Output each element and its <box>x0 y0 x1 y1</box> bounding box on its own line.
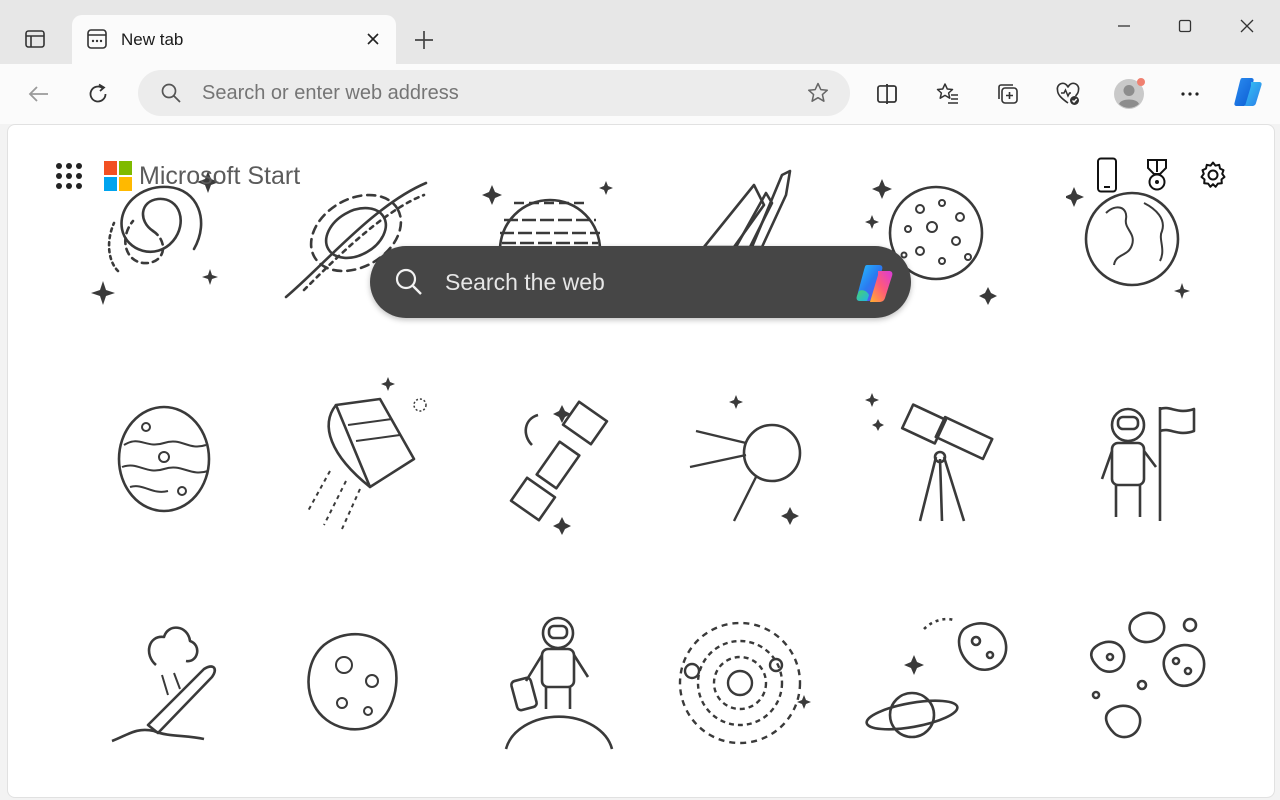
back-arrow-icon[interactable] <box>21 76 57 112</box>
minimize-icon[interactable] <box>1101 10 1147 42</box>
astronaut-on-planet-icon <box>504 616 614 750</box>
satellite-icon <box>509 400 609 535</box>
title-bar: New tab <box>0 0 1280 64</box>
plus-icon[interactable] <box>408 24 440 56</box>
search-icon <box>160 82 182 109</box>
maximize-icon[interactable] <box>1162 10 1208 42</box>
space-capsule-icon <box>307 377 427 530</box>
collections-icon[interactable] <box>990 76 1026 112</box>
rocket-crash-icon <box>111 626 217 743</box>
asteroid-field-icon <box>1089 611 1206 739</box>
address-bar[interactable] <box>138 70 850 116</box>
new-tab-page: Microsoft Start Search the web <box>7 124 1275 798</box>
search-icon <box>394 267 424 302</box>
close-icon[interactable] <box>362 28 384 50</box>
space-shuttle-icon <box>702 169 792 249</box>
ringed-planet-icon <box>865 617 1008 739</box>
profile-avatar-icon[interactable] <box>1111 76 1147 112</box>
new-tab-page-icon <box>86 28 108 50</box>
swirl-planet-icon <box>117 405 211 513</box>
telescope-icon <box>865 393 994 522</box>
asteroid-icon <box>307 632 398 731</box>
solar-system-icon <box>678 621 811 745</box>
tab-actions-icon[interactable] <box>18 22 52 56</box>
gas-giant-planet-icon <box>482 181 613 251</box>
earth-globe-icon <box>1066 187 1190 299</box>
browser-essentials-icon[interactable] <box>1050 76 1086 112</box>
app-launcher-icon[interactable] <box>52 159 86 193</box>
split-screen-icon[interactable] <box>869 76 905 112</box>
more-options-icon[interactable] <box>1172 76 1208 112</box>
favorites-icon[interactable] <box>929 76 965 112</box>
close-window-icon[interactable] <box>1224 10 1270 42</box>
sputnik-icon <box>689 395 802 525</box>
rewards-medal-icon[interactable] <box>1140 157 1174 193</box>
navigation-toolbar <box>0 64 1280 124</box>
microsoft-logo[interactable] <box>104 161 132 191</box>
web-search-placeholder[interactable]: Search the web <box>445 246 605 318</box>
tab-new-tab[interactable]: New tab <box>72 15 396 64</box>
refresh-icon[interactable] <box>80 76 116 112</box>
copilot-icon[interactable] <box>1230 74 1266 110</box>
copilot-icon[interactable] <box>853 261 897 310</box>
brand-name[interactable]: Microsoft Start <box>139 162 300 191</box>
phone-icon[interactable] <box>1090 157 1124 193</box>
settings-gear-icon[interactable] <box>1196 157 1230 193</box>
astronaut-with-flag-icon <box>1100 406 1196 521</box>
star-icon[interactable] <box>806 81 830 110</box>
address-input[interactable] <box>202 70 782 116</box>
tab-title: New tab <box>121 30 184 49</box>
web-search-box[interactable]: Search the web <box>370 246 911 318</box>
